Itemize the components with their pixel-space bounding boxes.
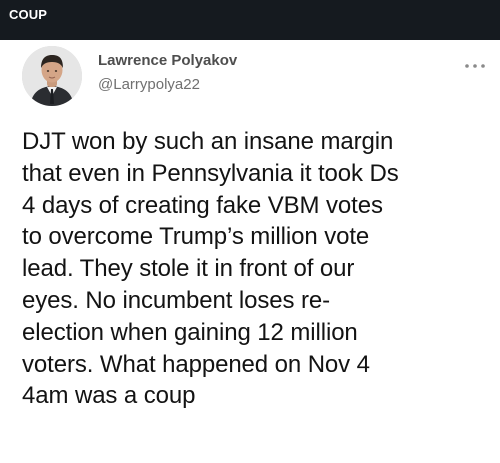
profile-photo-icon — [22, 46, 82, 106]
post-title: COUP — [9, 7, 47, 22]
author-display-name[interactable]: Lawrence Polyakov — [98, 52, 237, 70]
top-bar: COUP — [0, 0, 500, 40]
avatar[interactable] — [22, 46, 82, 106]
more-options-button[interactable] — [462, 58, 488, 74]
tweet-card: Lawrence Polyakov @Larrypolya22 DJT won … — [0, 40, 500, 463]
more-horizontal-icon — [465, 64, 485, 68]
tweet-body: DJT won by such an insane margin that ev… — [22, 128, 399, 410]
author-handle[interactable]: @Larrypolya22 — [98, 76, 200, 94]
